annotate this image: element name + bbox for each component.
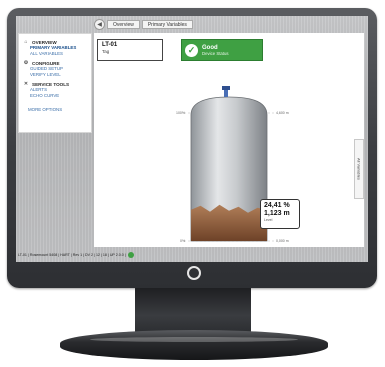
transmitter-icon [224,89,228,97]
power-button[interactable] [187,266,201,280]
tank-visual [184,86,274,242]
breadcrumb-item-overview[interactable]: Overview [107,19,140,29]
main-panel: LT-01 Tag ✓ Good Device Status 100% 4,60… [94,33,364,247]
scale-top-meters: 4,600 m [276,111,289,115]
back-home-icon[interactable]: ◀ [94,18,105,30]
level-percent: 24,41 % [264,202,290,209]
stand-highlight [90,337,298,342]
breadcrumb: ◀ Overview Primary Variables [94,18,193,30]
level-label: Level [264,218,273,222]
scale-bottom-percent: 0% [180,239,186,243]
level-reading-box: 24,41 % 1,123 m Level [260,199,300,229]
device-statusbar: LT-01 | Rosemount 5408 | HART | Rev 1 | … [18,250,134,259]
all-variables-tab[interactable]: All Variables [354,139,364,199]
scale-bottom-meters: 0,000 m [276,239,289,243]
sidebar: ⌂ OVERVIEW PRIMARY VARIABLES ALL VARIABL… [18,33,92,133]
gear-icon: ⚙ [23,60,29,66]
statusbar-text: LT-01 | Rosemount 5408 | HART | Rev 1 | … [18,252,126,257]
home-icon: ⌂ [24,39,28,45]
scale-top-percent: 100% [176,111,185,115]
transmitter-head [222,86,230,90]
status-ok-icon [127,251,134,258]
monitor-stand-base [60,330,328,360]
breadcrumb-item-primary-variables[interactable]: Primary Variables [141,19,193,29]
wrench-icon: ✕ [23,81,29,87]
more-options-link[interactable]: MORE OPTIONS [19,107,91,113]
monitor-stand-neck [135,288,251,334]
level-value: 1,123 m [264,210,290,217]
screen: ◀ Overview Primary Variables ⌂ OVERVIEW … [16,16,368,262]
